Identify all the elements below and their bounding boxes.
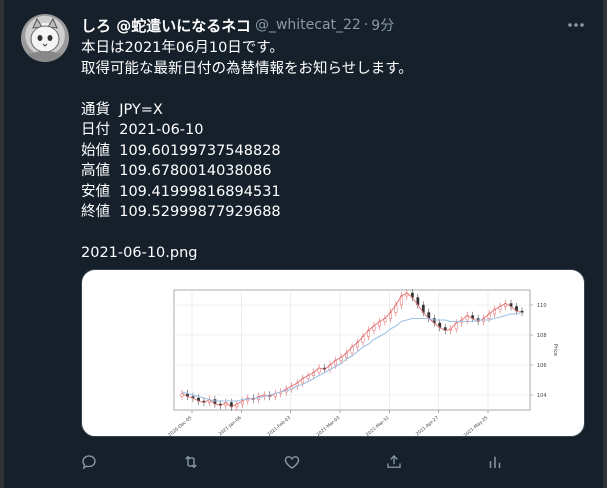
x-tick-label: 2021-Feb-03 [266, 415, 292, 436]
tweet-line: 始値 109.60199737548828 [81, 142, 281, 159]
x-tick-label: 2021-Mar-31 [365, 415, 391, 436]
left-border [0, 0, 4, 488]
y-axis-label: Price [552, 344, 558, 356]
reply-icon[interactable] [78, 451, 100, 473]
x-tick-label: 2021-May-25 [463, 415, 490, 436]
heart-icon[interactable] [281, 451, 303, 473]
price-chart: 104 106 108 110 2020-Dec-05 2021-Jan-06 2021-F… [167, 289, 558, 436]
analytics-icon[interactable] [484, 451, 506, 473]
tweet-line [81, 223, 581, 244]
avatar[interactable] [21, 14, 69, 62]
x-tick-label: 2021-Apr-27 [415, 415, 440, 436]
share-icon[interactable] [383, 451, 405, 473]
tweet-image-card[interactable]: 104 106 108 110 2020-Dec-05 2021-Jan-06 2021-F… [81, 269, 585, 437]
cat-avatar-icon [29, 17, 61, 62]
tweet-line: 2021-06-10.png [81, 245, 198, 261]
y-tick-label: 110 [537, 303, 547, 309]
tweet-line: 通貨 JPY=X [81, 101, 163, 118]
display-name[interactable]: しろ @蛇遣いになるネコ [81, 15, 251, 36]
user-handle[interactable]: @_whitecat_22 [255, 17, 361, 33]
header-separator: · [363, 17, 369, 33]
right-border [603, 0, 607, 488]
tweet-line: 日付 2021-06-10 [81, 122, 204, 138]
tweet-header: しろ @蛇遣いになるネコ @_whitecat_22 · 9分 [81, 14, 394, 36]
y-tick-label: 104 [537, 393, 547, 399]
tweet-line: 本日は2021年06月10日です。 [81, 40, 284, 56]
y-tick-label: 106 [537, 363, 547, 369]
tweet-line: 終値 109.52999877929688 [81, 204, 281, 220]
tweet-line: 高値 109.6780014038086 [81, 163, 272, 179]
x-tick-label: 2020-Dec-05 [167, 415, 193, 436]
y-tick-label: 108 [537, 333, 547, 339]
tweet-line: 取得可能な最新日付の為替情報をお知らせします。 [81, 60, 413, 77]
tweet-timestamp[interactable]: 9分 [371, 15, 394, 35]
tweet-text: 本日は2021年06月10日です。 取得可能な最新日付の為替情報をお知らせします… [81, 38, 581, 264]
more-horizontal-icon[interactable] [565, 16, 587, 34]
retweet-icon[interactable] [180, 451, 202, 473]
x-tick-label: 2021-Mar-03 [315, 415, 341, 436]
tweet-line: 安値 109.41999816894531 [81, 183, 281, 200]
tweet-line [81, 79, 581, 100]
tweet-actions [81, 451, 501, 473]
x-tick-label: 2021-Jan-06 [218, 415, 243, 436]
